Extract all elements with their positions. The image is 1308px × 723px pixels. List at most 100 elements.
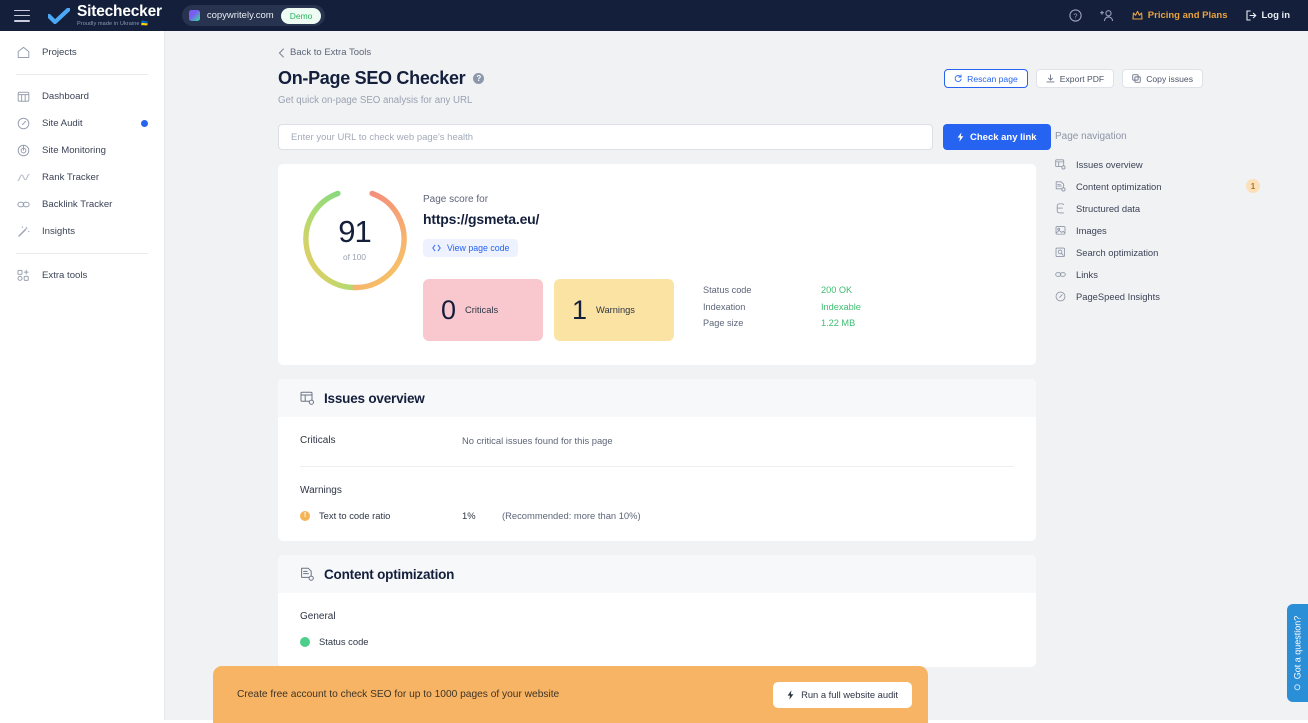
view-page-code-label: View page code: [447, 243, 510, 253]
run-full-website-audit-button[interactable]: Run a full website audit: [773, 681, 912, 708]
status-code-row[interactable]: Status code: [300, 636, 1014, 647]
svg-text:?: ?: [1073, 11, 1077, 20]
pagenav-item-content-optimization[interactable]: Content optimization 1: [1055, 175, 1270, 197]
content-optimization-section: Content optimization General Status code: [278, 555, 1036, 667]
run-full-website-audit-label: Run a full website audit: [801, 689, 898, 700]
chat-tab-label: Got a question?: [1292, 615, 1303, 680]
login-arrow-icon: [1245, 10, 1256, 21]
got-a-question-chat-tab[interactable]: Got a question?: [1287, 604, 1308, 702]
status-code-row-label-wrap: Status code: [300, 636, 462, 647]
meta-row: Indexation Indexable: [703, 299, 861, 316]
crown-icon: [1132, 10, 1143, 20]
score-gauge-wrap: 91 of 100: [278, 186, 423, 292]
pagenav-item-label: Content optimization: [1076, 180, 1162, 192]
sidebar-item-insights[interactable]: Insights: [0, 218, 164, 245]
demo-badge: Demo: [280, 7, 322, 24]
score-label: Page score for: [423, 194, 489, 205]
warnings-stat-box: 1 Warnings: [554, 279, 674, 341]
page-subtitle: Get quick on-page SEO analysis for any U…: [278, 95, 473, 106]
banner-text: Create free account to check SEO for up …: [237, 689, 560, 700]
pagenav-item-issues-overview[interactable]: Issues overview: [1055, 153, 1270, 175]
hamburger-menu-icon[interactable]: [14, 9, 30, 22]
section-body: General Status code: [278, 593, 1036, 667]
warning-row-label-wrap: Text to code ratio: [300, 510, 462, 521]
meta-row: Page size 1.22 MB: [703, 315, 861, 332]
sidebar-item-site-monitoring[interactable]: Site Monitoring: [0, 137, 164, 164]
content-optimization-icon: [301, 567, 314, 581]
score-url: https://gsmeta.eu/: [423, 211, 540, 227]
score-value: 91: [338, 214, 371, 249]
login-label: Log in: [1261, 10, 1291, 21]
page-stats-row: 0 Criticals 1 Warnings Status code 200 O…: [423, 279, 1036, 341]
project-domain-selector[interactable]: copywritely.com Demo: [181, 5, 326, 26]
section-title: Issues overview: [324, 390, 425, 406]
sidebar-item-dashboard[interactable]: Dashboard: [0, 83, 164, 110]
chevron-left-icon: [278, 47, 284, 58]
score-gauge: 91 of 100: [302, 186, 408, 292]
pagenav-item-structured-data[interactable]: Structured data: [1055, 197, 1270, 219]
score-gauge-value-wrap: 91 of 100: [302, 186, 408, 292]
page-navigation: Page navigation Issues overview Content …: [1055, 131, 1270, 307]
sidebar-item-label: Projects: [42, 47, 77, 58]
warning-row-value: 1%: [462, 510, 476, 521]
rescan-page-button[interactable]: Rescan page: [944, 69, 1028, 88]
pagenav-item-images[interactable]: Images: [1055, 219, 1270, 241]
add-user-icon[interactable]: [1099, 9, 1114, 22]
pricing-and-plans-link[interactable]: Pricing and Plans: [1132, 10, 1228, 21]
export-pdf-button[interactable]: Export PDF: [1035, 69, 1115, 88]
copy-issues-button[interactable]: Copy issues: [1122, 69, 1203, 88]
refresh-icon: [954, 74, 962, 83]
general-block-label: General: [300, 611, 336, 622]
url-input[interactable]: [278, 124, 933, 150]
brand-tagline: Proudly made in Ukraine 🇺🇦: [77, 20, 149, 27]
brand-logo[interactable]: Sitechecker Proudly made in Ukraine 🇺🇦: [48, 4, 162, 27]
warning-row-name: Text to code ratio: [319, 510, 391, 521]
home-icon: [16, 46, 30, 60]
help-circle-icon[interactable]: ?: [473, 73, 485, 84]
section-header: Issues overview: [278, 379, 1036, 417]
warning-row[interactable]: Text to code ratio 1% (Recommended: more…: [300, 510, 1014, 521]
meta-value: Indexable: [821, 301, 861, 312]
pagenav-item-search-optimization[interactable]: Search optimization: [1055, 241, 1270, 263]
criticals-block-label: Criticals: [300, 435, 336, 446]
pagenav-item-pagespeed-insights[interactable]: PageSpeed Insights: [1055, 285, 1270, 307]
sidebar-item-site-audit[interactable]: Site Audit: [0, 110, 164, 137]
page-navigation-title: Page navigation: [1055, 131, 1127, 142]
login-link[interactable]: Log in: [1245, 10, 1291, 21]
general-block: General Status code: [300, 593, 1014, 667]
links-icon: [1055, 271, 1066, 277]
criticals-count: 0: [441, 294, 457, 325]
magic-wand-icon: [16, 225, 30, 239]
meta-key: Indexation: [703, 301, 746, 312]
sidebar-item-backlink-tracker[interactable]: Backlink Tracker: [0, 191, 164, 218]
target-icon: [16, 144, 30, 158]
ok-status-icon: [300, 636, 310, 647]
pagenav-item-links[interactable]: Links: [1055, 263, 1270, 285]
warnings-count: 1: [572, 294, 588, 325]
view-page-code-button[interactable]: View page code: [423, 239, 519, 257]
content-optimization-icon: [1055, 180, 1066, 191]
sidebar-item-label: Site Monitoring: [42, 145, 106, 156]
copy-issues-label: Copy issues: [1146, 73, 1193, 84]
pagenav-item-label: Images: [1076, 224, 1107, 236]
check-any-link-label: Check any link: [970, 131, 1037, 143]
section-body: Criticals No critical issues found for t…: [278, 417, 1036, 541]
pagenav-item-label: Links: [1076, 268, 1098, 280]
sidebar-item-rank-tracker[interactable]: Rank Tracker: [0, 164, 164, 191]
help-circle-icon[interactable]: ?: [1069, 9, 1082, 22]
section-title: Content optimization: [324, 566, 455, 582]
search-optimization-icon: [1055, 247, 1065, 257]
active-indicator-dot: [141, 120, 148, 127]
chat-bubble-icon: [1294, 684, 1301, 691]
criticals-empty-text: No critical issues found for this page: [462, 435, 613, 446]
chart-line-icon: [16, 171, 30, 185]
sidebar-item-extra-tools[interactable]: Extra tools: [0, 262, 164, 289]
issues-overview-icon: [300, 391, 314, 405]
sidebar-item-projects[interactable]: Projects: [0, 39, 164, 66]
back-to-extra-tools-link[interactable]: Back to Extra Tools: [278, 47, 371, 58]
sidebar-item-label: Dashboard: [42, 91, 89, 102]
criticals-label: Criticals: [465, 305, 499, 315]
page-actions: Rescan page Export PDF Copy issues: [944, 69, 1203, 88]
favicon-icon: [188, 10, 200, 21]
check-any-link-button[interactable]: Check any link: [943, 124, 1051, 150]
